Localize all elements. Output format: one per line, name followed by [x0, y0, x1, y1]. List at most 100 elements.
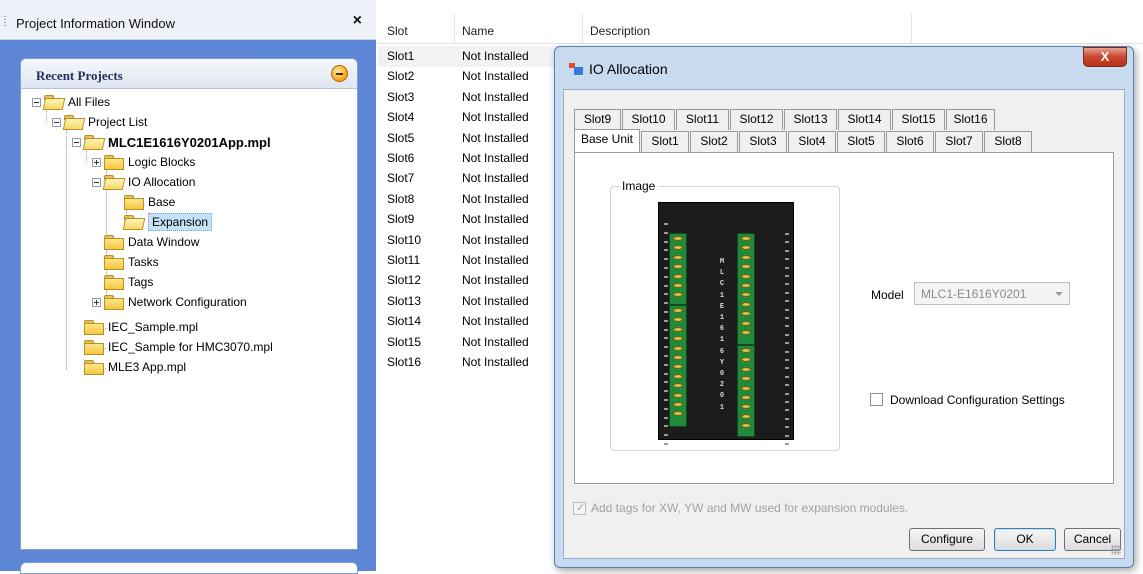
pin-label	[664, 284, 668, 287]
pin-label	[785, 375, 789, 378]
tree-node-logic-blocks[interactable]: Logic Blocks	[92, 152, 195, 172]
folder-icon	[104, 155, 124, 170]
add-tags-checkbox[interactable]: ✓	[573, 502, 586, 515]
configure-button[interactable]: Configure	[909, 528, 985, 551]
folder-icon	[124, 195, 144, 210]
tree-node-expansion[interactable]: Expansion	[124, 212, 213, 232]
tree-node-tasks[interactable]: Tasks	[104, 252, 159, 272]
folder-icon	[84, 320, 104, 335]
expand-toggle-icon[interactable]	[92, 297, 101, 307]
resize-grip-icon[interactable]	[1111, 545, 1121, 555]
folder-icon	[104, 295, 124, 310]
tab-slot5[interactable]: Slot5	[837, 131, 885, 152]
tab-slot13[interactable]: Slot13	[784, 109, 837, 130]
tree-line	[66, 122, 67, 369]
collapse-icon[interactable]	[331, 65, 348, 82]
folder-open-icon	[104, 175, 123, 189]
tree-label-selected: Expansion	[148, 213, 213, 231]
terminal-screw	[741, 366, 751, 372]
window-app-icon	[569, 63, 583, 75]
tab-slot15[interactable]: Slot15	[892, 109, 945, 130]
tree-node-data-window[interactable]: Data Window	[104, 232, 199, 252]
terminal-screw	[741, 254, 751, 260]
tab-slot16[interactable]: Slot16	[946, 109, 995, 130]
pin-label	[785, 342, 789, 345]
pin-label	[664, 407, 668, 410]
device-model-char: 2	[719, 381, 725, 390]
pin-label	[664, 231, 668, 234]
tab-slot1[interactable]: Slot1	[641, 131, 689, 152]
pin-label	[785, 367, 789, 370]
tab-slot6[interactable]: Slot6	[886, 131, 934, 152]
table-header: Slot Name Description	[378, 14, 1143, 44]
collapse-toggle-icon[interactable]	[32, 97, 41, 107]
pin-label	[785, 241, 789, 244]
tab-slot12[interactable]: Slot12	[730, 109, 783, 130]
download-config-label[interactable]: Download Configuration Settings	[890, 393, 1065, 407]
tree-node-iec-sample-hmc[interactable]: IEC_Sample for HMC3070.mpl	[84, 337, 273, 357]
device-model-char: 1	[719, 403, 725, 412]
column-header-description[interactable]: Description	[590, 24, 650, 38]
pin-label	[664, 258, 668, 261]
collapse-toggle-icon[interactable]	[72, 137, 81, 147]
pin-label	[785, 333, 789, 336]
tree-label: IEC_Sample for HMC3070.mpl	[108, 340, 273, 354]
tree-node-iec-sample[interactable]: IEC_Sample.mpl	[84, 317, 198, 337]
pin-label	[664, 381, 668, 384]
tab-slot9[interactable]: Slot9	[574, 109, 621, 130]
download-config-checkbox[interactable]	[870, 393, 883, 406]
recent-projects-header: Recent Projects	[21, 59, 357, 89]
tree-node-network-configuration[interactable]: Network Configuration	[92, 292, 247, 312]
tree-node-mle3-app[interactable]: MLE3 App.mpl	[84, 357, 186, 377]
tab-slot2[interactable]: Slot2	[690, 131, 738, 152]
tab-base-unit[interactable]: Base Unit	[574, 129, 640, 152]
device-model-char: 1	[719, 291, 725, 300]
tab-slot14[interactable]: Slot14	[838, 109, 891, 130]
tab-slot10[interactable]: Slot10	[622, 109, 675, 130]
tab-slot4[interactable]: Slot4	[788, 131, 836, 152]
tree-node-base[interactable]: Base	[124, 192, 175, 212]
name-cell: Not Installed	[462, 110, 529, 125]
column-header-slot[interactable]: Slot	[387, 24, 408, 38]
close-panel-icon[interactable]: ×	[353, 12, 362, 30]
terminal-screw	[673, 411, 683, 417]
folder-icon	[104, 275, 124, 290]
slot-cell: Slot1	[387, 49, 415, 63]
terminal-screw	[741, 320, 751, 326]
tab-slot8[interactable]: Slot8	[984, 131, 1032, 152]
terminal-screw	[673, 308, 683, 313]
ok-button[interactable]: OK	[994, 528, 1056, 551]
pin-label	[664, 337, 668, 340]
terminal-screw	[741, 301, 751, 307]
tree-node-app-project[interactable]: MLC1E1616Y0201App.mpl	[72, 132, 271, 152]
collapse-toggle-icon[interactable]	[92, 177, 101, 187]
folder-icon	[84, 340, 104, 355]
device-model-char: 6	[719, 325, 725, 334]
folder-icon	[104, 235, 124, 250]
slot-cell: Slot8	[387, 191, 415, 206]
slot-cell: Slot13	[387, 293, 422, 308]
tab-slot7[interactable]: Slot7	[935, 131, 983, 152]
expand-toggle-icon[interactable]	[92, 157, 101, 167]
model-dropdown[interactable]: MLC1-E1616Y0201	[914, 282, 1070, 305]
tab-slot11[interactable]: Slot11	[676, 109, 729, 130]
collapse-toggle-icon[interactable]	[52, 117, 61, 127]
device-model-char: E	[719, 302, 725, 311]
tree-node-tags[interactable]: Tags	[104, 272, 153, 292]
tree-label: Logic Blocks	[128, 155, 196, 169]
chevron-down-icon	[1055, 292, 1063, 296]
slot-cell: Slot16	[387, 355, 422, 369]
column-divider	[911, 14, 912, 44]
drag-grip-icon[interactable]	[4, 16, 6, 28]
tree-node-io-allocation[interactable]: IO Allocation	[92, 172, 195, 192]
name-cell: Not Installed	[462, 212, 529, 227]
dialog-close-button[interactable]: X	[1083, 47, 1127, 67]
tab-slot3[interactable]: Slot3	[739, 131, 787, 152]
column-header-name[interactable]: Name	[462, 24, 494, 38]
tree-node-project-list[interactable]: Project List	[52, 112, 147, 132]
name-cell: Not Installed	[462, 253, 529, 267]
pin-label	[785, 359, 789, 361]
pin-label	[664, 390, 668, 393]
slot-cell: Slot2	[387, 69, 415, 84]
tree-node-all-files[interactable]: All Files	[32, 92, 110, 112]
